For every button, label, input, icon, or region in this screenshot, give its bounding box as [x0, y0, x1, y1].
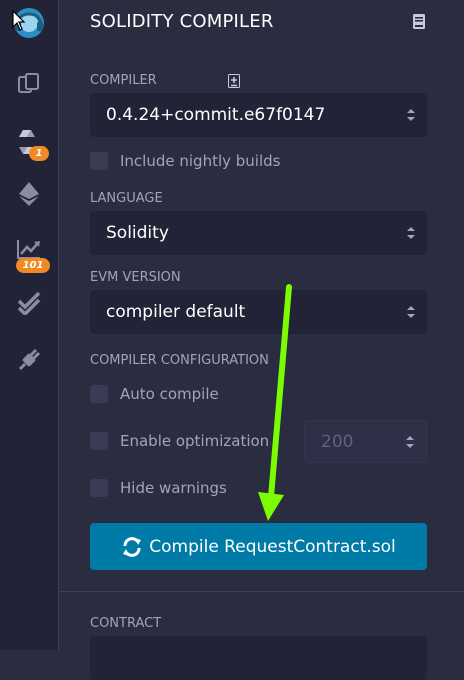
remix-logo-icon[interactable] — [0, 3, 58, 43]
icon-panel: 1 101 — [0, 0, 59, 650]
solidity-compiler-panel: SOLIDITY COMPILER COMPILER 0.4.24+commit… — [60, 0, 464, 680]
compiler-label-text: COMPILER — [90, 73, 157, 88]
analysis-badge: 101 — [16, 258, 50, 273]
auto-compile-row[interactable]: Auto compile — [90, 385, 219, 403]
nightly-builds-label: Include nightly builds — [120, 152, 281, 170]
nightly-builds-checkbox[interactable] — [90, 152, 108, 170]
language-value: Solidity — [106, 223, 169, 243]
auto-compile-checkbox[interactable] — [90, 385, 108, 403]
evm-version-label: EVM VERSION — [90, 270, 181, 285]
evm-version-select[interactable]: compiler default — [90, 290, 427, 334]
compiler-version-value: 0.4.24+commit.e67f0147 — [106, 105, 326, 125]
optimization-label: Enable optimization — [120, 432, 270, 450]
compiler-version-select[interactable]: 0.4.24+commit.e67f0147 — [90, 93, 427, 137]
evm-version-value: compiler default — [106, 302, 246, 322]
language-label: LANGUAGE — [90, 191, 163, 206]
optimization-runs-input[interactable]: 200 — [304, 420, 427, 463]
auto-compile-label: Auto compile — [120, 385, 219, 403]
file-explorer-icon[interactable] — [0, 64, 58, 104]
stepper-arrows-icon[interactable] — [406, 435, 414, 449]
plugin-manager-icon[interactable] — [0, 340, 58, 380]
hide-warnings-label: Hide warnings — [120, 479, 227, 497]
hide-warnings-checkbox[interactable] — [90, 479, 108, 497]
deploy-run-icon[interactable] — [0, 174, 58, 214]
compile-button-label: Compile RequestContract.sol — [149, 536, 396, 557]
contract-select[interactable] — [90, 636, 427, 680]
optimization-runs-value: 200 — [321, 431, 354, 452]
add-compiler-icon[interactable] — [228, 74, 240, 88]
hide-warnings-row[interactable]: Hide warnings — [90, 479, 227, 497]
section-divider — [60, 591, 464, 592]
select-arrows-icon — [407, 306, 415, 318]
contract-label: CONTRACT — [90, 616, 162, 631]
select-arrows-icon — [407, 109, 415, 121]
panel-title: SOLIDITY COMPILER — [90, 11, 274, 32]
select-arrows-icon — [407, 227, 415, 239]
compiler-label: COMPILER — [90, 73, 157, 88]
refresh-icon — [123, 536, 142, 557]
optimization-checkbox[interactable] — [90, 432, 108, 450]
compiler-configuration-label: COMPILER CONFIGURATION — [90, 353, 269, 368]
compile-button[interactable]: Compile RequestContract.sol — [90, 523, 427, 570]
optimization-row[interactable]: Enable optimization — [90, 432, 269, 450]
documentation-icon[interactable] — [412, 13, 426, 30]
language-select[interactable]: Solidity — [90, 211, 427, 255]
nightly-builds-row[interactable]: Include nightly builds — [90, 152, 280, 170]
compiler-badge: 1 — [29, 146, 49, 161]
testing-icon[interactable] — [0, 283, 58, 323]
mouse-cursor-icon — [12, 10, 26, 31]
